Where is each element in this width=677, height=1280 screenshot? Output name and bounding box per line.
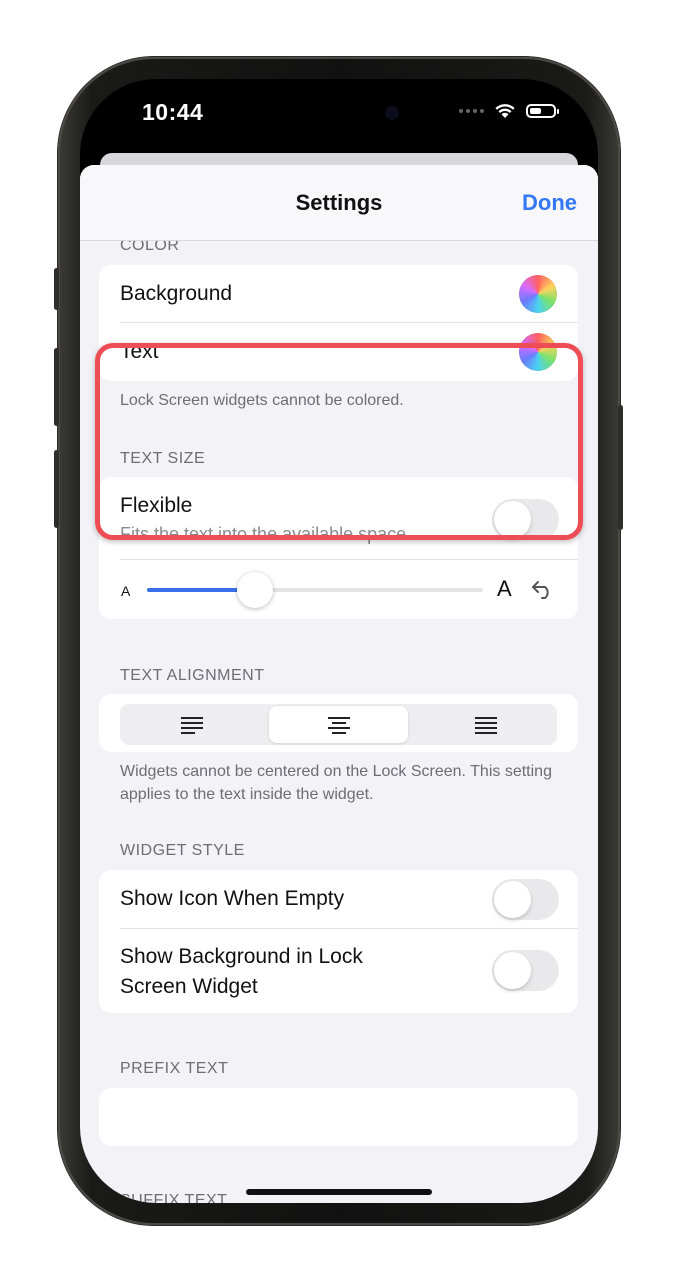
align-center-segment[interactable]: [269, 706, 408, 743]
widget-style-card: Show Icon When Empty Show Background in …: [99, 870, 578, 1013]
prefix-text-field[interactable]: [99, 1088, 578, 1146]
prefix-text-section-header: PREFIX TEXT: [120, 1060, 229, 1077]
align-center-icon: [327, 716, 350, 734]
toggle-knob: [494, 952, 531, 989]
show-background-toggle[interactable]: [492, 950, 559, 991]
show-icon-toggle[interactable]: [492, 879, 559, 920]
power-button: [618, 405, 623, 530]
reset-arrow-icon[interactable]: [531, 578, 555, 600]
home-indicator: [246, 1189, 432, 1195]
text-size-slider[interactable]: [147, 572, 483, 608]
volume-up-button: [54, 348, 59, 426]
show-background-label: Show Background in Lock Screen Widget: [120, 945, 363, 998]
toggle-knob: [494, 881, 531, 918]
slider-min-label: A: [121, 583, 131, 599]
text-size-highlight-box: [95, 343, 583, 540]
background-color-label: Background: [120, 282, 233, 305]
background-color-picker-icon[interactable]: [519, 275, 557, 313]
battery-icon: [526, 104, 559, 118]
slider-thumb[interactable]: [236, 572, 273, 608]
cellular-signal-icon: [459, 109, 484, 113]
suffix-text-section-header: SUFFIX TEXT: [120, 1192, 228, 1203]
show-icon-label: Show Icon When Empty: [120, 887, 345, 910]
align-left-segment[interactable]: [122, 706, 261, 743]
settings-sheet: Settings Done COLOR Background Text Lock…: [80, 165, 598, 1203]
divider: [120, 559, 578, 560]
status-icons: [459, 103, 559, 119]
text-alignment-section-header: TEXT ALIGNMENT: [120, 667, 265, 684]
background-color-row[interactable]: Background: [99, 265, 578, 323]
done-button[interactable]: Done: [522, 190, 577, 216]
slider-max-label: A: [497, 576, 512, 601]
align-right-segment[interactable]: [416, 706, 555, 743]
divider: [120, 928, 578, 929]
page-title: Settings: [295, 190, 383, 215]
align-left-icon: [180, 716, 203, 734]
text-alignment-card: [99, 694, 578, 752]
navigation-bar: Settings Done: [80, 165, 598, 241]
volume-down-button: [54, 450, 59, 528]
status-time: 10:44: [142, 99, 204, 125]
wifi-icon: [495, 104, 515, 118]
screen: 10:44 Settings Done COLOR Background Tex…: [80, 79, 598, 1203]
widget-style-section-header: WIDGET STYLE: [120, 842, 245, 859]
alignment-segmented-control: [120, 704, 557, 745]
front-camera: [385, 106, 399, 120]
action-button: [54, 268, 59, 310]
align-right-icon: [474, 716, 497, 734]
alignment-footnote: Widgets cannot be centered on the Lock S…: [120, 763, 552, 803]
